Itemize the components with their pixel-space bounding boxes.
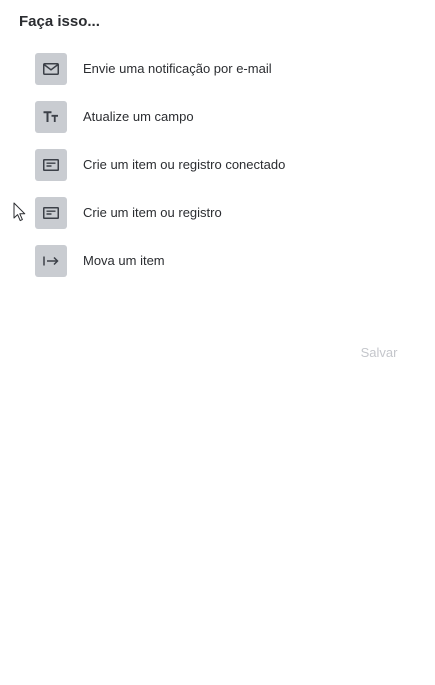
action-create-record[interactable]: Crie um item ou registro (35, 196, 285, 229)
section-heading: Faça isso... (19, 13, 100, 30)
action-send-email-notification[interactable]: Envie uma notificação por e-mail (35, 52, 285, 85)
automation-action-panel: Faça isso... Envie uma notificação por e… (0, 0, 435, 685)
text-field-icon (35, 100, 67, 133)
record-card-icon (35, 148, 67, 181)
action-label: Crie um item ou registro conectado (83, 157, 286, 172)
envelope-icon (35, 52, 67, 85)
action-create-connected-record[interactable]: Crie um item ou registro conectado (35, 148, 285, 181)
record-card-icon (35, 196, 67, 229)
action-label: Atualize um campo (83, 109, 194, 124)
action-list: Envie uma notificação por e-mail Atualiz… (35, 52, 285, 292)
action-label: Envie uma notificação por e-mail (83, 61, 272, 76)
move-arrow-icon (35, 244, 67, 277)
action-move-item[interactable]: Mova um item (35, 244, 285, 277)
save-button[interactable]: Salvar (349, 340, 409, 364)
action-label: Crie um item ou registro (83, 205, 222, 220)
action-label: Mova um item (83, 253, 165, 268)
mouse-pointer-icon (13, 202, 26, 222)
action-update-field[interactable]: Atualize um campo (35, 100, 285, 133)
